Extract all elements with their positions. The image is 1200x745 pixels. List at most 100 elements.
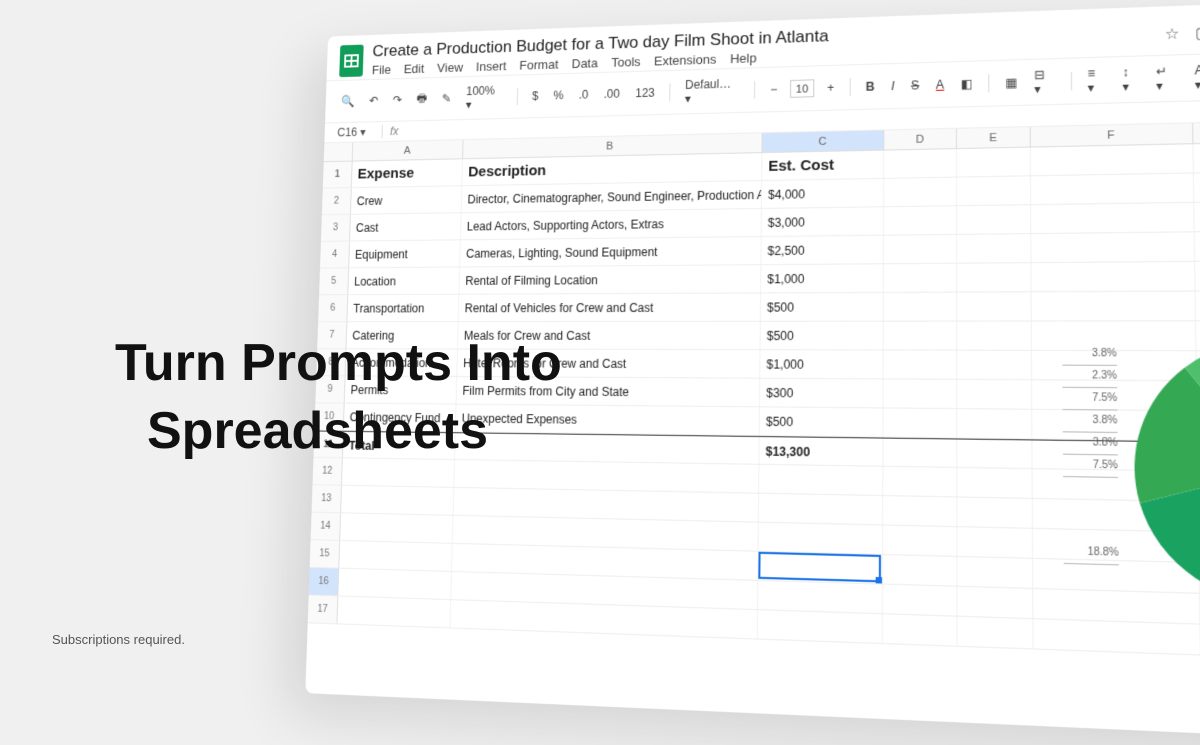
cell[interactable] (883, 555, 957, 586)
cell[interactable] (884, 178, 957, 207)
table-row[interactable]: 6TransportationRental of Vehicles for Cr… (318, 290, 1200, 322)
cell[interactable] (341, 486, 454, 515)
cell[interactable] (957, 468, 1032, 498)
cell[interactable] (957, 380, 1032, 409)
cell[interactable] (1031, 144, 1194, 175)
cell[interactable] (759, 494, 883, 525)
font-select[interactable]: Defaul… ▾ (682, 75, 743, 108)
cell[interactable] (957, 587, 1033, 618)
col-header-e[interactable]: E (957, 127, 1031, 148)
cell[interactable] (957, 351, 1032, 380)
cell[interactable] (957, 557, 1033, 588)
cell[interactable] (758, 581, 883, 613)
cell[interactable]: $4,000 (762, 179, 884, 208)
cell[interactable] (758, 610, 883, 643)
menu-file[interactable]: File (372, 62, 391, 77)
cell[interactable] (759, 465, 883, 495)
col-header-d[interactable]: D (884, 129, 957, 150)
cell[interactable] (1032, 321, 1197, 350)
cell[interactable] (883, 408, 957, 437)
col-header-a[interactable]: A (353, 140, 464, 161)
cell[interactable] (1033, 529, 1200, 562)
cell[interactable] (1032, 292, 1196, 321)
fontsize-increase-icon[interactable]: + (824, 79, 837, 97)
cell[interactable] (1033, 469, 1199, 501)
star-icon[interactable]: ☆ (1163, 24, 1181, 43)
cell[interactable]: Director, Cinematographer, Sound Enginee… (462, 181, 763, 212)
cell[interactable] (957, 205, 1031, 234)
cell[interactable]: $3,000 (762, 207, 884, 236)
cell[interactable] (1033, 559, 1200, 593)
cell[interactable]: $500 (761, 293, 884, 321)
cell[interactable] (1032, 351, 1197, 380)
cell[interactable] (1033, 499, 1199, 532)
cell[interactable] (884, 293, 957, 321)
cell[interactable] (338, 569, 452, 599)
bold-icon[interactable]: B (863, 77, 878, 95)
zoom-select[interactable]: 100% ▾ (463, 82, 506, 114)
cell[interactable] (1031, 203, 1195, 233)
cell[interactable] (1194, 202, 1200, 232)
row-header[interactable]: 15 (310, 540, 340, 567)
cell[interactable]: Cameras, Lighting, Sound Equipment (460, 237, 761, 266)
cell[interactable]: Cast (350, 213, 462, 240)
menu-edit[interactable]: Edit (404, 61, 425, 76)
row-header[interactable]: 5 (319, 268, 349, 294)
cell[interactable] (1032, 440, 1198, 470)
cell[interactable]: $500 (760, 407, 884, 436)
cell[interactable] (883, 496, 957, 526)
halign-icon[interactable]: ≡ ▾ (1084, 64, 1108, 97)
cell[interactable] (337, 596, 451, 627)
cell[interactable] (1031, 232, 1195, 262)
cell[interactable] (884, 322, 957, 350)
cell[interactable] (884, 235, 957, 263)
cell[interactable] (1196, 321, 1200, 350)
sheets-logo-icon[interactable] (339, 44, 364, 77)
cell[interactable] (884, 206, 957, 234)
cell[interactable]: $300 (760, 379, 884, 408)
cell[interactable] (1033, 619, 1200, 654)
cell[interactable] (957, 440, 1032, 469)
cell[interactable] (957, 263, 1032, 291)
decimal-increase-icon[interactable]: .00 (601, 85, 623, 103)
cell[interactable]: Rental of Filming Location (459, 265, 761, 294)
cell[interactable] (1195, 231, 1200, 260)
cell[interactable]: $13,300 (759, 437, 883, 466)
cell[interactable] (1196, 291, 1200, 320)
row-header[interactable]: 14 (311, 513, 341, 540)
paint-format-icon[interactable]: ✎ (439, 90, 454, 108)
undo-icon[interactable]: ↶ (366, 92, 381, 109)
cell[interactable] (339, 541, 452, 571)
borders-icon[interactable]: ▦ (1002, 73, 1020, 92)
cell[interactable] (340, 513, 453, 543)
cell[interactable] (957, 409, 1032, 438)
col-header-f[interactable]: F (1031, 123, 1194, 146)
cell[interactable] (957, 292, 1032, 320)
cell[interactable]: $2,500 (761, 236, 884, 264)
menu-insert[interactable]: Insert (476, 59, 507, 74)
cell[interactable] (884, 379, 958, 408)
cell[interactable]: $500 (761, 322, 884, 350)
cell[interactable] (1033, 589, 1200, 624)
rotate-icon[interactable]: A↻ ▾ (1191, 60, 1200, 94)
row-header[interactable]: 3 (321, 215, 351, 241)
row-header[interactable]: 6 (318, 295, 348, 321)
cell[interactable] (883, 439, 957, 467)
decimal-decrease-icon[interactable]: .0 (576, 86, 592, 104)
menu-format[interactable]: Format (519, 57, 558, 73)
search-icon[interactable]: 🔍 (338, 93, 357, 110)
name-box[interactable]: C16 ▾ (337, 125, 383, 139)
cell[interactable]: Rental of Vehicles for Crew and Cast (459, 293, 761, 321)
move-icon[interactable]: ▢ (1194, 23, 1200, 42)
cell[interactable]: Description (462, 153, 762, 185)
cell[interactable] (957, 148, 1031, 177)
cell[interactable] (1032, 380, 1197, 410)
menu-extensions[interactable]: Extensions (654, 52, 716, 69)
wrap-icon[interactable]: ↵ ▾ (1153, 61, 1181, 95)
percent-icon[interactable]: % (550, 87, 566, 105)
cell[interactable] (957, 322, 1032, 350)
strikethrough-icon[interactable]: S (908, 76, 922, 94)
cell[interactable]: Equipment (349, 240, 461, 267)
cell[interactable] (884, 149, 957, 178)
print-icon[interactable]: 🖶 (414, 87, 431, 111)
